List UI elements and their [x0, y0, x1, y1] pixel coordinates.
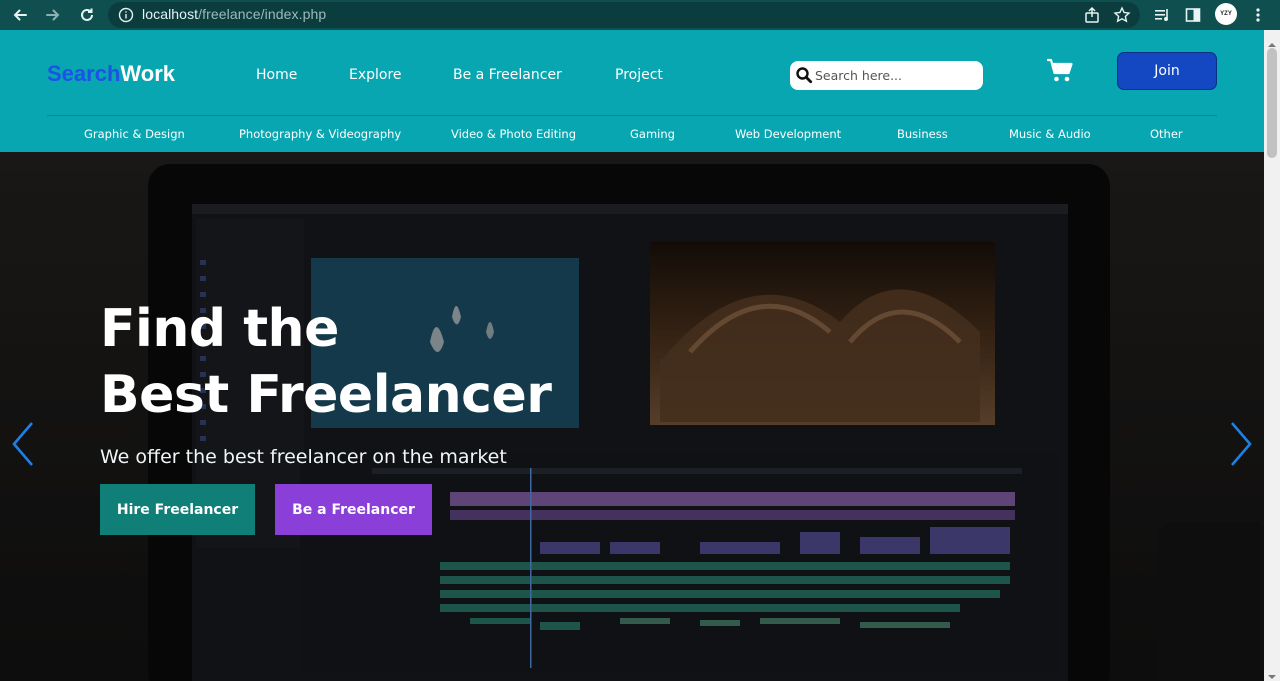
be-a-freelancer-button[interactable]: Be a Freelancer: [275, 484, 432, 535]
browser-toolbar: localhost/freelance/index.php YZY: [0, 0, 1280, 30]
share-icon[interactable]: [1080, 3, 1104, 27]
menu-dots-icon[interactable]: [1246, 3, 1270, 27]
search-icon: [795, 66, 813, 84]
site-header: SearchWork Home Explore Be a Freelancer …: [0, 30, 1264, 152]
nav-project[interactable]: Project: [615, 67, 663, 83]
search-box: [790, 61, 983, 90]
site-logo[interactable]: SearchWork: [47, 61, 175, 87]
category-other[interactable]: Other: [1150, 127, 1183, 141]
header-divider: [47, 115, 1217, 116]
scrollbar-thumb[interactable]: [1267, 48, 1277, 158]
info-icon[interactable]: [118, 7, 134, 23]
hero-slider: Find the Best Freelancer We offer the be…: [0, 152, 1264, 681]
slider-next-icon[interactable]: [1226, 419, 1256, 469]
back-icon[interactable]: [8, 3, 32, 27]
nav-explore[interactable]: Explore: [349, 67, 402, 83]
address-bar[interactable]: localhost/freelance/index.php: [108, 2, 1140, 28]
forward-icon[interactable]: [41, 3, 65, 27]
nav-home[interactable]: Home: [256, 67, 297, 83]
search-input[interactable]: [815, 66, 975, 85]
hero-title-line-1: Find the: [100, 299, 339, 359]
hire-freelancer-button[interactable]: Hire Freelancer: [100, 484, 255, 535]
category-music-audio[interactable]: Music & Audio: [1009, 127, 1091, 141]
scroll-down-icon[interactable]: [1268, 666, 1276, 679]
page-scrollbar[interactable]: [1264, 30, 1280, 681]
join-button[interactable]: Join: [1117, 52, 1217, 90]
star-icon[interactable]: [1110, 3, 1134, 27]
category-web-development[interactable]: Web Development: [735, 127, 841, 141]
hero-title-line-2: Best Freelancer: [100, 365, 552, 425]
hero-subtitle: We offer the best freelancer on the mark…: [100, 446, 507, 468]
category-graphic-design[interactable]: Graphic & Design: [84, 127, 185, 141]
hero-title: Find the Best Freelancer: [100, 296, 552, 428]
scroll-up-icon[interactable]: [1268, 34, 1276, 47]
category-video-photo-editing[interactable]: Video & Photo Editing: [451, 127, 576, 141]
category-photography-videography[interactable]: Photography & Videography: [239, 127, 401, 141]
sidepanel-icon[interactable]: [1181, 3, 1205, 27]
address-text: localhost/freelance/index.php: [142, 6, 327, 22]
cart-icon[interactable]: [1046, 58, 1074, 84]
category-business[interactable]: Business: [897, 127, 948, 141]
slider-prev-icon[interactable]: [8, 419, 38, 469]
media-icon[interactable]: [1150, 3, 1174, 27]
reload-icon[interactable]: [75, 3, 99, 27]
category-gaming[interactable]: Gaming: [630, 127, 675, 141]
nav-be-a-freelancer[interactable]: Be a Freelancer: [453, 67, 562, 83]
profile-avatar[interactable]: YZY: [1215, 3, 1237, 25]
